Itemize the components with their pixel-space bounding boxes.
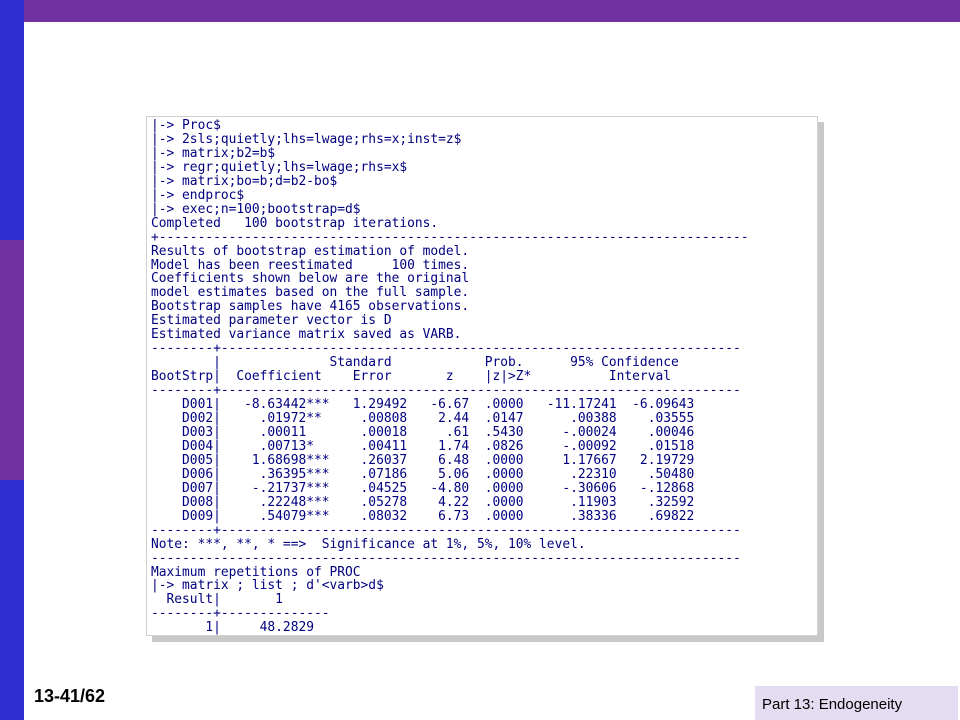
console-line: D007| -.21737*** .04525 -4.80 .0000 -.30…: [151, 480, 695, 496]
console-line: Results of bootstrap estimation of model…: [151, 243, 470, 259]
console-line: --------+-------------------------------…: [151, 383, 741, 399]
console-line: |-> matrix ; list ; d'<varb>d$: [151, 578, 384, 594]
console-line: D005| 1.68698*** .26037 6.48 .0000 1.176…: [151, 452, 695, 468]
left-accent-bar-top: [0, 0, 24, 240]
console-output-window: |-> Proc$ |-> 2sls;quietly;lhs=lwage;rhs…: [146, 116, 818, 636]
console-line: Model has been reestimated 100 times.: [151, 257, 470, 273]
left-accent-bar-bottom: [0, 480, 24, 720]
console-line: --------+--------------: [151, 606, 330, 622]
console-line: D004| .00713* .00411 1.74 .0826 -.00092 …: [151, 438, 695, 454]
console-line: Maximum repetitions of PROC: [151, 564, 361, 580]
console-line: model estimates based on the full sample…: [151, 285, 470, 301]
console-line: D009| .54079*** .08032 6.73 .0000 .38336…: [151, 508, 695, 524]
console-line: |-> exec;n=100;bootstrap=d$: [151, 201, 361, 217]
console-text: |-> Proc$ |-> 2sls;quietly;lhs=lwage;rhs…: [147, 117, 817, 635]
console-line: |-> endproc$: [151, 187, 245, 203]
console-line: Note: ***, **, * ==> Significance at 1%,…: [151, 536, 586, 552]
console-line: |-> 2sls;quietly;lhs=lwage;rhs=x;inst=z$: [151, 131, 462, 147]
console-line: D003| .00011 .00018 .61 .5430 -.00024 .0…: [151, 424, 695, 440]
console-line: |-> regr;quietly;lhs=lwage;rhs=x$: [151, 159, 408, 175]
console-line: +---------------------------------------…: [151, 229, 749, 245]
console-line: |-> matrix;b2=b$: [151, 145, 276, 161]
console-line: --------+-------------------------------…: [151, 522, 741, 538]
top-accent-bar: [0, 0, 960, 22]
console-line: D001| -8.63442*** 1.29492 -6.67 .0000 -1…: [151, 397, 695, 413]
console-line: BootStrp| Coefficient Error z |z|>Z* Int…: [151, 369, 671, 385]
console-line: D002| .01972** .00808 2.44 .0147 .00388 …: [151, 411, 695, 427]
console-line: --------+-------------------------------…: [151, 341, 741, 357]
console-line: Result| 1: [151, 592, 283, 608]
console-line: |-> matrix;bo=b;d=b2-bo$: [151, 173, 338, 189]
console-line: Coefficients shown below are the origina…: [151, 271, 470, 287]
console-line: Completed 100 bootstrap iterations.: [151, 215, 439, 231]
console-line: Bootstrap samples have 4165 observations…: [151, 299, 470, 315]
console-line: | Standard Prob. 95% Confidence: [151, 355, 679, 371]
console-line: Estimated parameter vector is D: [151, 313, 392, 329]
left-accent-bar-middle: [0, 240, 24, 480]
console-line: |-> Proc$: [151, 118, 221, 133]
console-line: ----------------------------------------…: [151, 550, 741, 566]
console-line: Estimated variance matrix saved as VARB.: [151, 327, 462, 343]
footer-section-title: Part 13: Endogeneity: [762, 696, 903, 713]
console-line: 1| 48.2829: [151, 620, 314, 636]
console-line: D008| .22248*** .05278 4.22 .0000 .11903…: [151, 494, 695, 510]
slide-number: 13-41/62: [34, 686, 106, 706]
console-line: D006| .36395*** .07186 5.06 .0000 .22310…: [151, 466, 695, 482]
